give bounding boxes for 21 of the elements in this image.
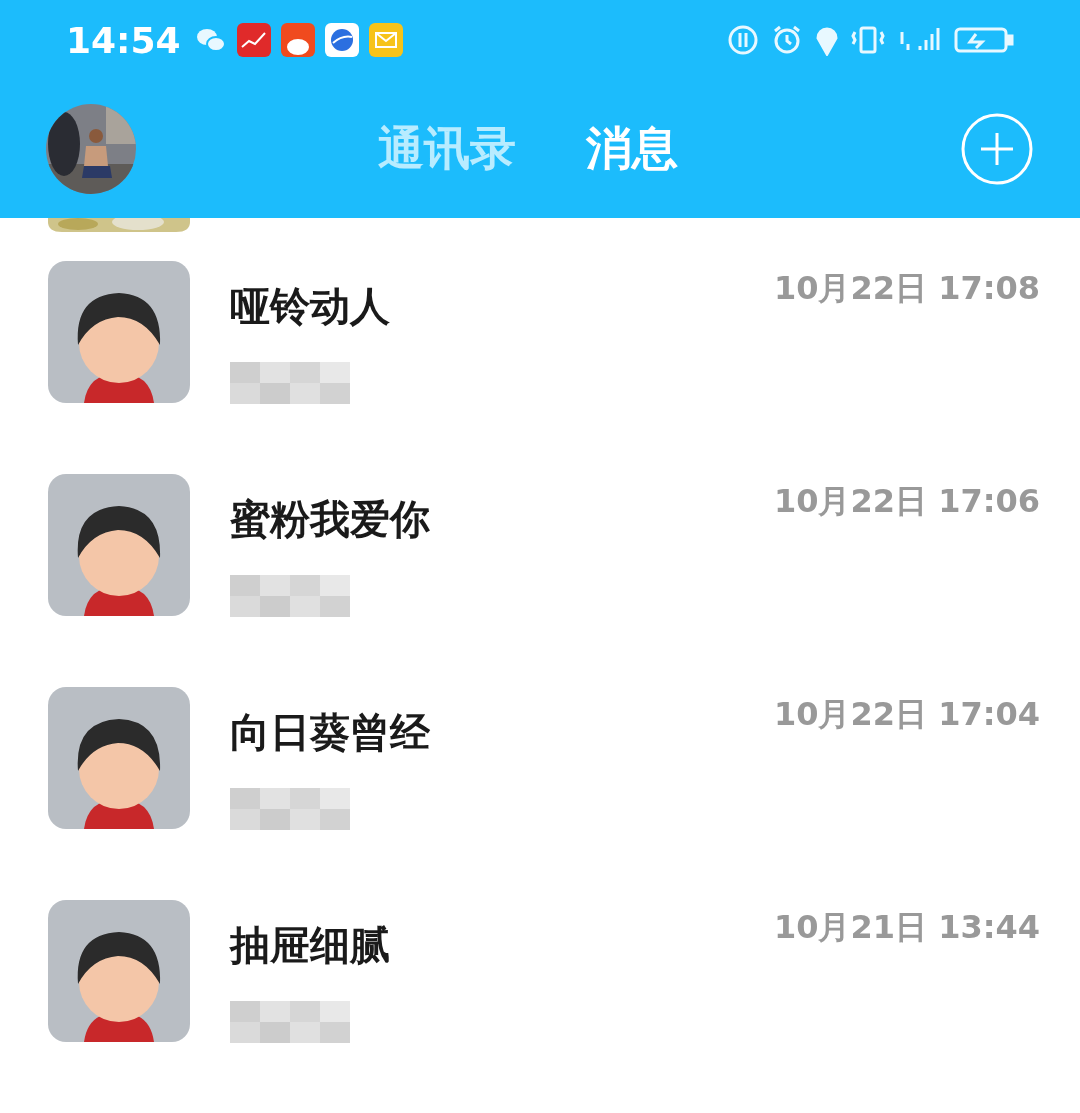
message-time: 10月22日 17:08 — [773, 268, 1040, 309]
conversation-item[interactable]: 哑铃动人 10月22日 17:08 — [0, 261, 1080, 474]
conversation-item[interactable]: 抽屉细腻 10月21日 13:44 — [0, 900, 1080, 1113]
avatar-icon — [48, 474, 190, 616]
message-time: 10月22日 17:04 — [773, 694, 1040, 735]
stock-chart-app-icon — [236, 23, 271, 57]
contact-name: 蜜粉我爱你 — [230, 495, 431, 544]
globe-app-icon — [324, 23, 359, 57]
contact-name: 抽屉细腻 — [230, 921, 391, 970]
message-time: 10月22日 17:06 — [773, 481, 1040, 522]
mail-app-icon — [368, 23, 403, 57]
message-time: 10月21日 13:44 — [773, 907, 1040, 948]
vibrate-icon — [850, 24, 886, 56]
avatar-icon — [48, 261, 190, 403]
conversation-item[interactable]: 向日葵曾经 10月22日 17:04 — [0, 687, 1080, 900]
avatar-icon — [48, 687, 190, 829]
contact-name: 哑铃动人 — [230, 282, 391, 331]
conversation-item[interactable]: 蜜粉我爱你 10月22日 17:06 — [0, 474, 1080, 687]
contact-name: 向日葵曾经 — [230, 708, 431, 757]
status-time: 14:54 — [66, 19, 181, 61]
avatar-icon — [48, 900, 190, 1042]
